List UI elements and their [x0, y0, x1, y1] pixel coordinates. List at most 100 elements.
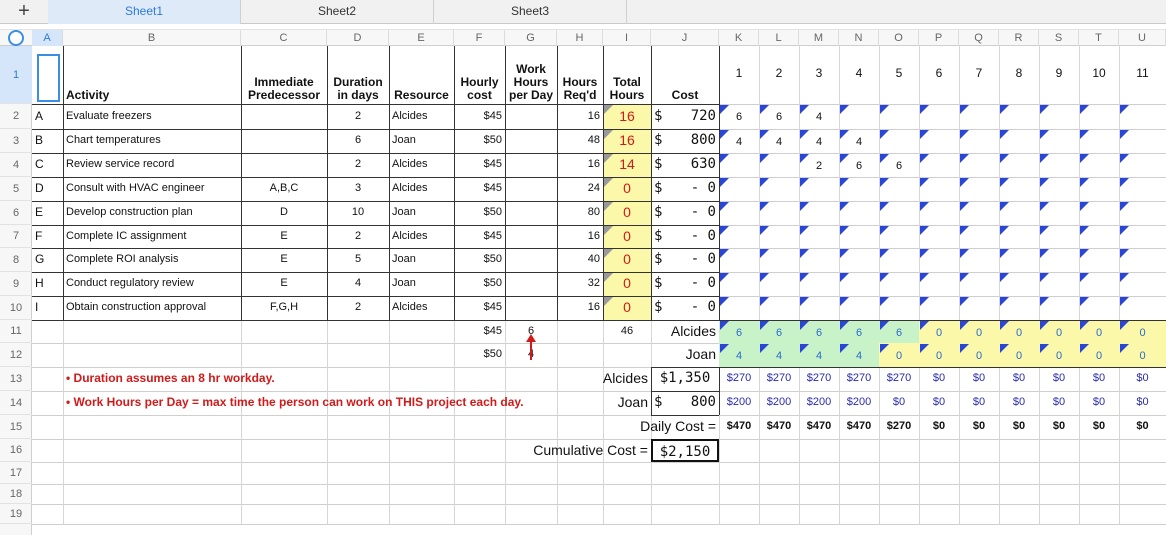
activity-predecessor[interactable]: A,B,C [241, 177, 327, 201]
activity-work-hours[interactable] [505, 296, 557, 320]
resource-cost-label[interactable]: Joan [557, 391, 651, 415]
row-header-9[interactable]: 9 [0, 272, 32, 296]
activity-cost[interactable]: $ - 0 [651, 248, 719, 272]
activity-hours-reqd[interactable]: 24 [557, 177, 603, 201]
resource-daily-cost[interactable]: $0 [999, 367, 1039, 391]
activity-name[interactable]: Develop construction plan [63, 201, 241, 225]
activity-name[interactable]: Review service record [63, 153, 241, 177]
resource-hourly-cost[interactable]: $45 [454, 320, 505, 343]
resource-daily-cost[interactable]: $0 [919, 391, 959, 415]
resource-daily-cost[interactable]: $0 [959, 367, 999, 391]
daily-cost-day-10[interactable]: $0 [1079, 415, 1119, 439]
daily-cost-day-5[interactable]: $270 [879, 415, 919, 439]
column-header-r[interactable]: R [999, 30, 1039, 46]
header-resource[interactable]: Resource [389, 46, 454, 104]
select-all-circle-icon[interactable] [8, 30, 24, 46]
column-header-k[interactable]: K [719, 30, 759, 46]
activity-predecessor[interactable] [241, 104, 327, 129]
daily-cost-day-7[interactable]: $0 [959, 415, 999, 439]
daily-cost-day-6[interactable]: $0 [919, 415, 959, 439]
activity-hours-reqd[interactable]: 32 [557, 272, 603, 296]
activity-hours-reqd[interactable]: 16 [557, 296, 603, 320]
activity-work-hours[interactable] [505, 272, 557, 296]
activity-work-hours[interactable] [505, 129, 557, 153]
column-header-t[interactable]: T [1079, 30, 1119, 46]
header-day-9[interactable]: Day9 [1039, 46, 1079, 104]
daily-cost-label[interactable]: Daily Cost = [505, 415, 719, 439]
resource-daily-cost[interactable]: $200 [759, 391, 799, 415]
resource-daily-cost[interactable]: $200 [799, 391, 839, 415]
row-header-7[interactable]: 7 [0, 225, 32, 248]
activity-work-hours[interactable] [505, 248, 557, 272]
resource-daily-cost[interactable]: $270 [759, 367, 799, 391]
activity-work-hours[interactable] [505, 153, 557, 177]
header-hours-reqd[interactable]: Hours Req'd [557, 46, 603, 104]
activity-hours-reqd[interactable]: 80 [557, 201, 603, 225]
tab-sheet2[interactable]: Sheet2 [241, 0, 434, 24]
header-day-7[interactable]: Day7 [959, 46, 999, 104]
activity-work-hours[interactable] [505, 104, 557, 129]
header-total-hours[interactable]: Total Hours [603, 46, 651, 104]
activity-id[interactable]: C [32, 153, 63, 177]
cumulative-cost-label[interactable]: Cumulative Cost = [454, 439, 651, 462]
resource-daily-cost[interactable]: $0 [1039, 391, 1079, 415]
activity-work-hours[interactable] [505, 201, 557, 225]
activity-resource[interactable]: Joan [389, 129, 454, 153]
row-header-12[interactable]: 12 [0, 343, 32, 367]
resource-daily-cost[interactable]: $0 [1079, 391, 1119, 415]
column-header-i[interactable]: I [603, 30, 651, 46]
activity-duration[interactable]: 4 [327, 272, 389, 296]
note-duration[interactable]: • Duration assumes an 8 hr workday. [63, 367, 603, 391]
daily-cost-day-8[interactable]: $0 [999, 415, 1039, 439]
resource-daily-cost[interactable]: $0 [919, 367, 959, 391]
column-header-n[interactable]: N [839, 30, 879, 46]
column-header-b[interactable]: B [63, 30, 241, 46]
header-day-10[interactable]: Day10 [1079, 46, 1119, 104]
row-header-19[interactable]: 19 [0, 504, 32, 524]
resource-name[interactable]: Joan [651, 343, 719, 367]
daily-cost-day-9[interactable]: $0 [1039, 415, 1079, 439]
header-hourly-cost[interactable]: Hourly cost [454, 46, 505, 104]
daily-cost-day-1[interactable]: $470 [719, 415, 759, 439]
activity-work-hours[interactable] [505, 177, 557, 201]
activity-hourly-cost[interactable]: $45 [454, 177, 505, 201]
activity-id[interactable]: E [32, 201, 63, 225]
column-header-e[interactable]: E [389, 30, 454, 46]
activity-hourly-cost[interactable]: $45 [454, 104, 505, 129]
header-cost[interactable]: Cost [651, 46, 719, 104]
column-header-h[interactable]: H [557, 30, 603, 46]
cumulative-cost-value[interactable]: $2,150 [651, 439, 719, 462]
column-header-q[interactable]: Q [959, 30, 999, 46]
resource-daily-cost[interactable]: $270 [879, 367, 919, 391]
header-predecessor[interactable]: Immediate Predecessor [241, 46, 327, 104]
activity-name[interactable]: Obtain construction approval [63, 296, 241, 320]
header-work-hours[interactable]: Work Hours per Day [505, 46, 557, 104]
header-day-6[interactable]: Day6 [919, 46, 959, 104]
activity-duration[interactable]: 3 [327, 177, 389, 201]
resource-daily-cost[interactable]: $0 [1039, 367, 1079, 391]
resource-cost-total[interactable]: $800 [651, 391, 719, 415]
activity-predecessor[interactable]: F,G,H [241, 296, 327, 320]
activity-id[interactable]: H [32, 272, 63, 296]
activity-hourly-cost[interactable]: $50 [454, 201, 505, 225]
column-header-j[interactable]: J [651, 30, 719, 46]
column-header-l[interactable]: L [759, 30, 799, 46]
header-day-4[interactable]: Day4 [839, 46, 879, 104]
activity-cost[interactable]: $ - 0 [651, 177, 719, 201]
resource-hourly-cost[interactable]: $50 [454, 343, 505, 367]
header-day-3[interactable]: Day3 [799, 46, 839, 104]
column-header-a[interactable]: A [32, 30, 63, 46]
activity-cost[interactable]: $630 [651, 153, 719, 177]
activity-cost[interactable]: $ - 0 [651, 225, 719, 248]
activity-hours-reqd[interactable]: 16 [557, 225, 603, 248]
daily-cost-day-3[interactable]: $470 [799, 415, 839, 439]
activity-resource[interactable]: Joan [389, 272, 454, 296]
activity-resource[interactable]: Alcides [389, 153, 454, 177]
resource-daily-cost[interactable]: $0 [1079, 367, 1119, 391]
activity-hours-reqd[interactable]: 16 [557, 104, 603, 129]
resource-cost-label[interactable]: Alcides [557, 367, 651, 391]
activity-duration[interactable]: 5 [327, 248, 389, 272]
column-header-p[interactable]: P [919, 30, 959, 46]
resource-daily-cost[interactable]: $0 [959, 391, 999, 415]
add-sheet-button[interactable]: + [0, 0, 48, 24]
